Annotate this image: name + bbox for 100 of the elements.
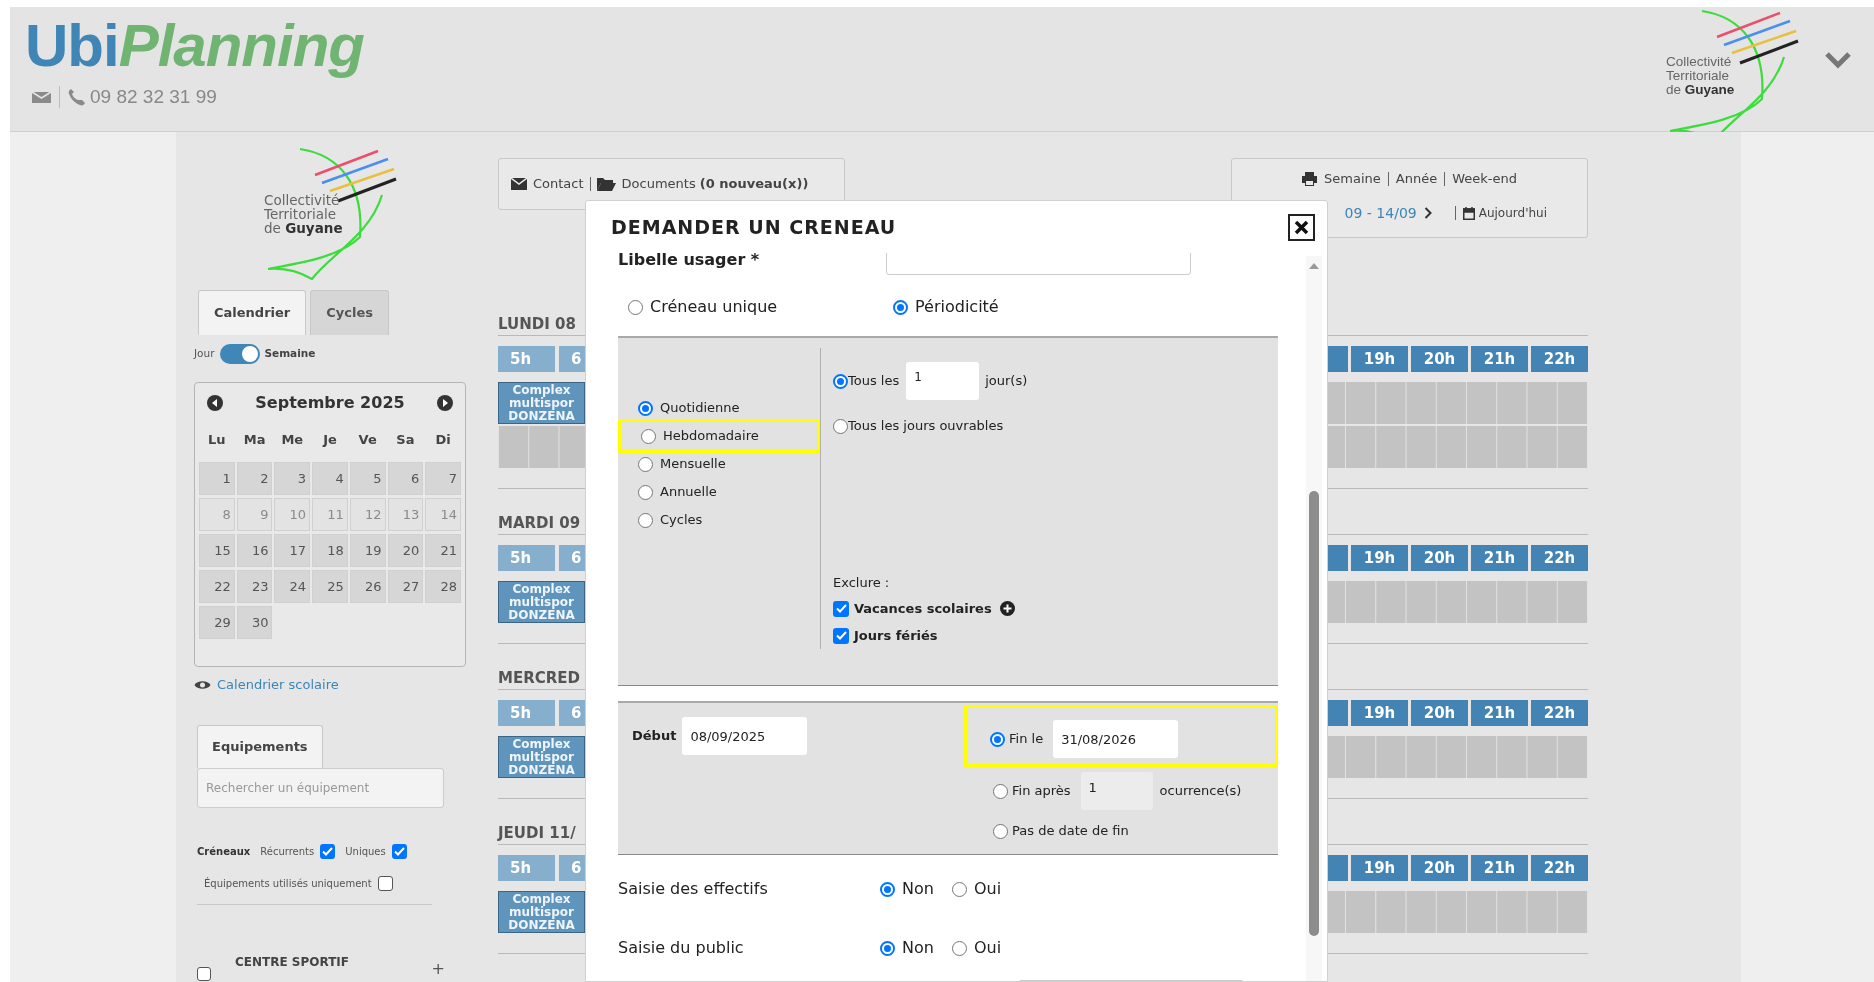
view-link[interactable]: Année	[1395, 169, 1438, 189]
radio-label: Cycles	[660, 511, 703, 530]
day-cell[interactable]: 5	[349, 462, 386, 495]
weekday-label: Sa	[395, 431, 416, 450]
day-cell[interactable]: 4	[312, 462, 348, 495]
field-label: Saisie des effectifs	[618, 878, 769, 900]
checkbox[interactable]	[833, 627, 849, 644]
checkbox[interactable]	[197, 967, 211, 981]
view-toggle[interactable]	[219, 344, 260, 364]
documents-link[interactable]: Documents (0 nouveau(x))	[621, 174, 809, 194]
day-cell[interactable]: 25	[312, 570, 348, 603]
contact-link[interactable]: Contact	[533, 174, 584, 194]
section-label: Exclure :	[833, 574, 891, 592]
chevron-down-icon	[1824, 51, 1852, 69]
day-cell[interactable]: 18	[312, 534, 348, 567]
booking-block[interactable]: Complex multispor DONZENA	[498, 736, 585, 778]
envelope-icon	[511, 178, 527, 190]
checkbox[interactable]	[391, 843, 407, 859]
hour-cell: 22h	[1531, 545, 1588, 571]
date-field[interactable]: 08/09/2025	[682, 717, 808, 755]
radio-button[interactable]	[833, 373, 848, 389]
day-cell[interactable]: 17	[274, 534, 311, 567]
date-field[interactable]: 31/08/2026	[1053, 720, 1179, 758]
radio-label: Mensuelle	[660, 455, 726, 474]
view-link[interactable]: Week-end	[1452, 169, 1517, 189]
hour-cell: 20h	[1411, 855, 1468, 881]
radio-button[interactable]	[880, 940, 895, 956]
hour-cell: 22h	[1531, 346, 1588, 372]
radio-button[interactable]	[880, 881, 895, 897]
month-title: Septembre 2025	[255, 392, 405, 414]
day-cell[interactable]: 20	[387, 534, 424, 567]
day-cell[interactable]: 19	[349, 534, 386, 567]
day-cell[interactable]: 3	[274, 462, 311, 495]
day-cell[interactable]: 16	[236, 534, 273, 567]
day-cell[interactable]: 22	[199, 570, 235, 603]
scrollbar-thumb[interactable]	[1309, 491, 1319, 936]
day-cell[interactable]: 21	[425, 534, 461, 567]
radio-button[interactable]	[628, 299, 643, 315]
add-button[interactable]: +	[431, 957, 445, 981]
checkbox-label: Jours fériés	[854, 626, 938, 645]
booking-block[interactable]: Complex multispor DONZENA	[498, 581, 585, 623]
day-cell[interactable]: 23	[236, 570, 273, 603]
date-range-link[interactable]: 09 - 14/09	[1344, 202, 1417, 224]
checkbox[interactable]	[377, 875, 393, 891]
hour-cell: 20h	[1411, 545, 1468, 571]
radio-label: Fin le	[1009, 730, 1044, 749]
day-cell[interactable]: 15	[199, 534, 235, 567]
search-field[interactable]: Rechercher un équipement	[197, 768, 444, 808]
radio-button[interactable]	[833, 418, 848, 434]
radio-button[interactable]	[993, 823, 1008, 839]
radio-label: Quotidienne	[660, 399, 740, 418]
folder-icon	[596, 177, 616, 191]
radio-button[interactable]	[638, 484, 653, 500]
view-link[interactable]: Semaine	[1324, 169, 1381, 189]
checkbox-label: Uniques	[345, 844, 386, 859]
day-cell[interactable]: 29	[199, 606, 235, 639]
weekday-label: Di	[434, 431, 452, 450]
radio-button[interactable]	[951, 881, 967, 897]
day-cell[interactable]: 7	[425, 462, 461, 495]
day-cell[interactable]: 24	[274, 570, 311, 603]
hour-cell: 22h	[1531, 855, 1588, 881]
day-title: LUNDI 08	[498, 315, 576, 333]
envelope-icon	[32, 89, 51, 105]
day-cell[interactable]: 1	[199, 462, 235, 495]
scrollbar[interactable]	[1306, 256, 1322, 981]
close-button[interactable]	[1288, 213, 1315, 241]
day-cell[interactable]: 6	[387, 462, 424, 495]
hour-cell: 22h	[1531, 700, 1588, 726]
radio-button[interactable]	[641, 428, 656, 444]
checkbox[interactable]	[320, 843, 336, 859]
day-cell[interactable]: 27	[387, 570, 424, 603]
calendar-icon	[1462, 206, 1475, 220]
booking-block[interactable]: Complex multispor DONZENA	[498, 382, 585, 424]
number-field[interactable]: 1	[1080, 772, 1153, 810]
text-field[interactable]	[886, 253, 1191, 275]
radio-button[interactable]	[893, 299, 908, 315]
day-cell[interactable]: 28	[425, 570, 461, 603]
school-calendar-link[interactable]: Calendrier scolaire	[217, 675, 339, 695]
radio-button[interactable]	[990, 731, 1005, 747]
radio-button[interactable]	[638, 456, 653, 472]
radio-label: Non	[902, 937, 934, 959]
logo-text: Collectivité Territoriale de Guyane	[264, 193, 343, 235]
field-label: Saisie du public	[618, 937, 745, 959]
tab[interactable]: Cycles	[310, 290, 389, 335]
radio-button[interactable]	[993, 783, 1008, 799]
weekday-label: Ma	[242, 431, 267, 450]
checkbox[interactable]	[833, 600, 849, 617]
tab[interactable]: Calendrier	[198, 290, 307, 335]
tab[interactable]: Equipements	[197, 725, 323, 768]
radio-button[interactable]	[638, 400, 653, 416]
radio-button[interactable]	[951, 940, 967, 956]
day-title: MARDI 09	[498, 514, 581, 532]
radio-button[interactable]	[638, 512, 653, 528]
booking-block[interactable]: Complex multispor DONZENA	[498, 891, 585, 933]
day-cell[interactable]: 30	[236, 606, 273, 639]
number-field[interactable]: 1	[906, 362, 980, 400]
hour-cell: 21h	[1471, 700, 1528, 726]
day-cell[interactable]: 26	[349, 570, 386, 603]
today-link[interactable]: Aujourd'hui	[1478, 204, 1547, 222]
day-cell[interactable]: 2	[236, 462, 273, 495]
